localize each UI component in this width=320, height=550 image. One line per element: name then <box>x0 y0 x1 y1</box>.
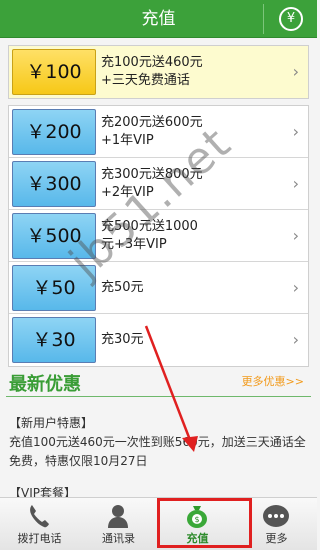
tab-label: 通讯录 <box>102 532 135 545</box>
tab-contacts[interactable]: 通讯录 <box>79 498 158 550</box>
tab-dial[interactable]: 拨打电话 <box>0 498 79 550</box>
more-icon <box>263 505 289 527</box>
tab-label: 拨打电话 <box>17 532 62 545</box>
annotation-arrow <box>144 325 198 452</box>
phone-icon <box>30 505 49 528</box>
annotation-highlight-box <box>157 498 252 548</box>
contacts-icon <box>108 505 128 528</box>
